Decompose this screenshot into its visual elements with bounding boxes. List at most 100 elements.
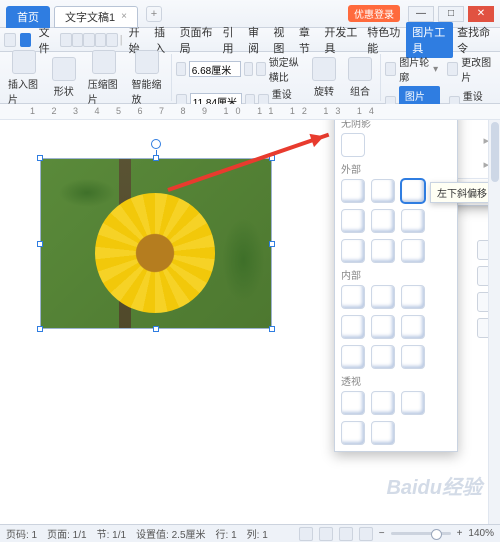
- resize-handle-tm[interactable]: [153, 155, 159, 161]
- save-icon[interactable]: [60, 33, 72, 47]
- shadow-inner-1[interactable]: [341, 285, 365, 309]
- shadow-inner-9[interactable]: [401, 345, 425, 369]
- zoom-slider[interactable]: [391, 532, 451, 535]
- shadow-persp-4[interactable]: [341, 421, 365, 445]
- lock-ratio-label[interactable]: 锁定纵横比: [269, 54, 300, 84]
- menu-view[interactable]: 视图: [269, 24, 294, 56]
- shadow-outer-9[interactable]: [401, 239, 425, 263]
- status-cursor: 设置值: 2.5厘米: [136, 526, 205, 541]
- print-icon[interactable]: [72, 33, 84, 47]
- preview-icon[interactable]: [83, 33, 95, 47]
- menu-review[interactable]: 审阅: [244, 24, 269, 56]
- maximize-button[interactable]: □: [438, 6, 464, 22]
- insert-image-button[interactable]: 插入图片: [4, 48, 44, 108]
- image-icon: [12, 50, 36, 74]
- minimize-button[interactable]: —: [408, 6, 434, 22]
- view-mode-1-icon[interactable]: [299, 527, 313, 541]
- shadow-inner-8[interactable]: [371, 345, 395, 369]
- shadow-persp-1[interactable]: [341, 391, 365, 415]
- selected-image[interactable]: [40, 158, 272, 329]
- compress-button[interactable]: 压缩图片: [84, 48, 124, 108]
- section-outer-label: 外部: [341, 161, 451, 176]
- shadow-outer-3[interactable]: [401, 179, 425, 203]
- shadow-inner-2[interactable]: [371, 285, 395, 309]
- pic-outline-button[interactable]: 图片轮廓: [399, 54, 430, 84]
- shadow-persp-2[interactable]: [371, 391, 395, 415]
- view-mode-4-icon[interactable]: [359, 527, 373, 541]
- resize-handle-bl[interactable]: [37, 326, 43, 332]
- compress-icon: [92, 50, 116, 74]
- shadow-inner-6[interactable]: [401, 315, 425, 339]
- shadow-outer-2[interactable]: [371, 179, 395, 203]
- resize-handle-br[interactable]: [269, 326, 275, 332]
- status-section: 节: 1/1: [97, 526, 126, 541]
- resize-handle-ml[interactable]: [37, 241, 43, 247]
- resize-handle-tl[interactable]: [37, 155, 43, 161]
- scrollbar-thumb[interactable]: [491, 122, 499, 182]
- file-icon: [20, 33, 31, 47]
- stepper-icon[interactable]: [244, 62, 254, 76]
- shadow-outer-5[interactable]: [371, 209, 395, 233]
- status-col: 列: 1: [247, 526, 268, 541]
- shadow-inner-3[interactable]: [401, 285, 425, 309]
- zoom-out-button[interactable]: −: [379, 528, 385, 539]
- resize-handle-bm[interactable]: [153, 326, 159, 332]
- promo-badge[interactable]: 优惠登录: [348, 5, 400, 22]
- group-button[interactable]: 组合: [344, 55, 376, 100]
- shadow-none[interactable]: [341, 133, 365, 157]
- height-icon: [176, 62, 186, 76]
- status-page[interactable]: 页码: 1: [6, 526, 37, 541]
- rotate-button[interactable]: 旋转: [308, 55, 340, 100]
- menu-layout[interactable]: 页面布局: [176, 24, 219, 56]
- menu-dev[interactable]: 开发工具: [320, 24, 363, 56]
- shadow-outer-1[interactable]: [341, 179, 365, 203]
- tab-home[interactable]: 首页: [6, 6, 50, 28]
- section-perspective-label: 透视: [341, 373, 451, 388]
- menu-ref[interactable]: 引用: [218, 24, 243, 56]
- tab-document[interactable]: 文字文稿1×: [54, 6, 138, 28]
- zoom-label[interactable]: 140%: [468, 528, 494, 539]
- resize-handle-mr[interactable]: [269, 241, 275, 247]
- tab-close-icon[interactable]: ×: [121, 11, 127, 22]
- search-commands[interactable]: 查找命令: [453, 24, 496, 56]
- rotate-icon: [312, 57, 336, 81]
- smart-scale-button[interactable]: 智能缩放: [128, 48, 168, 108]
- shape-button[interactable]: 形状: [48, 55, 80, 100]
- scale-icon: [135, 50, 159, 74]
- shape-icon: [52, 57, 76, 81]
- shadow-inner-4[interactable]: [341, 315, 365, 339]
- menu-picture-tools[interactable]: 图片工具: [406, 22, 453, 58]
- image-height-input[interactable]: [189, 61, 241, 77]
- group-icon: [348, 57, 372, 81]
- section-no-shadow-label: 无阴影: [341, 120, 451, 130]
- lock-icon: [256, 62, 266, 76]
- outline-icon: [385, 62, 396, 76]
- shadow-inner-7[interactable]: [341, 345, 365, 369]
- menu-icon[interactable]: [4, 33, 16, 47]
- redo-icon[interactable]: [106, 33, 118, 47]
- horizontal-ruler[interactable]: [0, 104, 500, 120]
- new-tab-button[interactable]: +: [146, 6, 162, 22]
- close-button[interactable]: ✕: [468, 6, 494, 22]
- shadow-outer-4[interactable]: [341, 209, 365, 233]
- status-row: 行: 1: [216, 526, 237, 541]
- rotate-handle[interactable]: [151, 139, 161, 149]
- view-mode-3-icon[interactable]: [339, 527, 353, 541]
- menu-special[interactable]: 特色功能: [363, 24, 406, 56]
- shadow-outer-6[interactable]: [401, 209, 425, 233]
- shadow-persp-3[interactable]: [401, 391, 425, 415]
- change-pic-button[interactable]: 更改图片: [461, 54, 492, 84]
- undo-icon[interactable]: [95, 33, 107, 47]
- statusbar: 页码: 1 页面: 1/1 节: 1/1 设置值: 2.5厘米 行: 1 列: …: [0, 524, 500, 542]
- zoom-in-button[interactable]: +: [457, 528, 463, 539]
- shadow-outer-8[interactable]: [371, 239, 395, 263]
- status-pages[interactable]: 页面: 1/1: [47, 526, 86, 541]
- effect-group: 图片轮廓▾ 更改图片 图片效果 重设图片: [380, 54, 496, 101]
- shadow-outer-7[interactable]: [341, 239, 365, 263]
- shadow-gallery-panel: 无阴影 外部 内部 透视: [334, 120, 458, 452]
- shadow-inner-5[interactable]: [371, 315, 395, 339]
- view-mode-2-icon[interactable]: [319, 527, 333, 541]
- shadow-persp-5[interactable]: [371, 421, 395, 445]
- menu-section[interactable]: 章节: [295, 24, 320, 56]
- vertical-scrollbar[interactable]: [488, 120, 500, 524]
